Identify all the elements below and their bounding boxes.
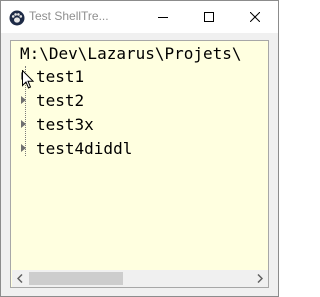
tree-item-test3x[interactable]: test3x bbox=[21, 115, 221, 135]
maximize-icon bbox=[204, 12, 214, 22]
chevron-left-icon bbox=[17, 274, 23, 283]
scroll-left-button[interactable] bbox=[12, 270, 29, 287]
tree-item-label[interactable]: test1 bbox=[36, 68, 84, 86]
title-bar[interactable]: Test ShellTre... bbox=[1, 1, 278, 33]
tree-item-label[interactable]: test2 bbox=[36, 92, 84, 110]
window-title: Test ShellTre... bbox=[29, 9, 109, 23]
chevron-right-icon bbox=[257, 274, 263, 283]
scroll-right-button[interactable] bbox=[252, 270, 268, 287]
scrollbar-thumb[interactable] bbox=[29, 272, 123, 285]
close-icon bbox=[250, 12, 260, 22]
close-button[interactable] bbox=[232, 1, 278, 33]
tree-item-label[interactable]: test4diddl bbox=[36, 140, 132, 158]
client-area: M:\Dev\Lazarus\Projets\ test1 test2 test… bbox=[10, 40, 269, 291]
lazarus-paw-icon bbox=[9, 10, 25, 26]
app-window: Test ShellTre... M:\Dev\Lazarus\Projets\ bbox=[0, 0, 279, 297]
horizontal-scrollbar[interactable] bbox=[12, 270, 268, 287]
tree-item-test4diddl[interactable]: test4diddl bbox=[21, 139, 221, 159]
tree-item-test2[interactable]: test2 bbox=[21, 91, 221, 111]
maximize-button[interactable] bbox=[186, 1, 232, 33]
mouse-pointer-icon bbox=[22, 69, 35, 94]
minimize-button[interactable] bbox=[140, 1, 186, 33]
expand-arrow-icon[interactable] bbox=[21, 144, 26, 152]
root-path-label: M:\Dev\Lazarus\Projets\ bbox=[20, 44, 242, 63]
tree-item-test1[interactable]: test1 bbox=[21, 67, 221, 87]
minimize-icon bbox=[158, 17, 168, 18]
shell-tree-view[interactable]: M:\Dev\Lazarus\Projets\ test1 test2 test… bbox=[10, 40, 269, 288]
expand-arrow-icon[interactable] bbox=[21, 96, 26, 104]
tree-item-label[interactable]: test3x bbox=[36, 116, 94, 134]
expand-arrow-icon[interactable] bbox=[21, 120, 26, 128]
